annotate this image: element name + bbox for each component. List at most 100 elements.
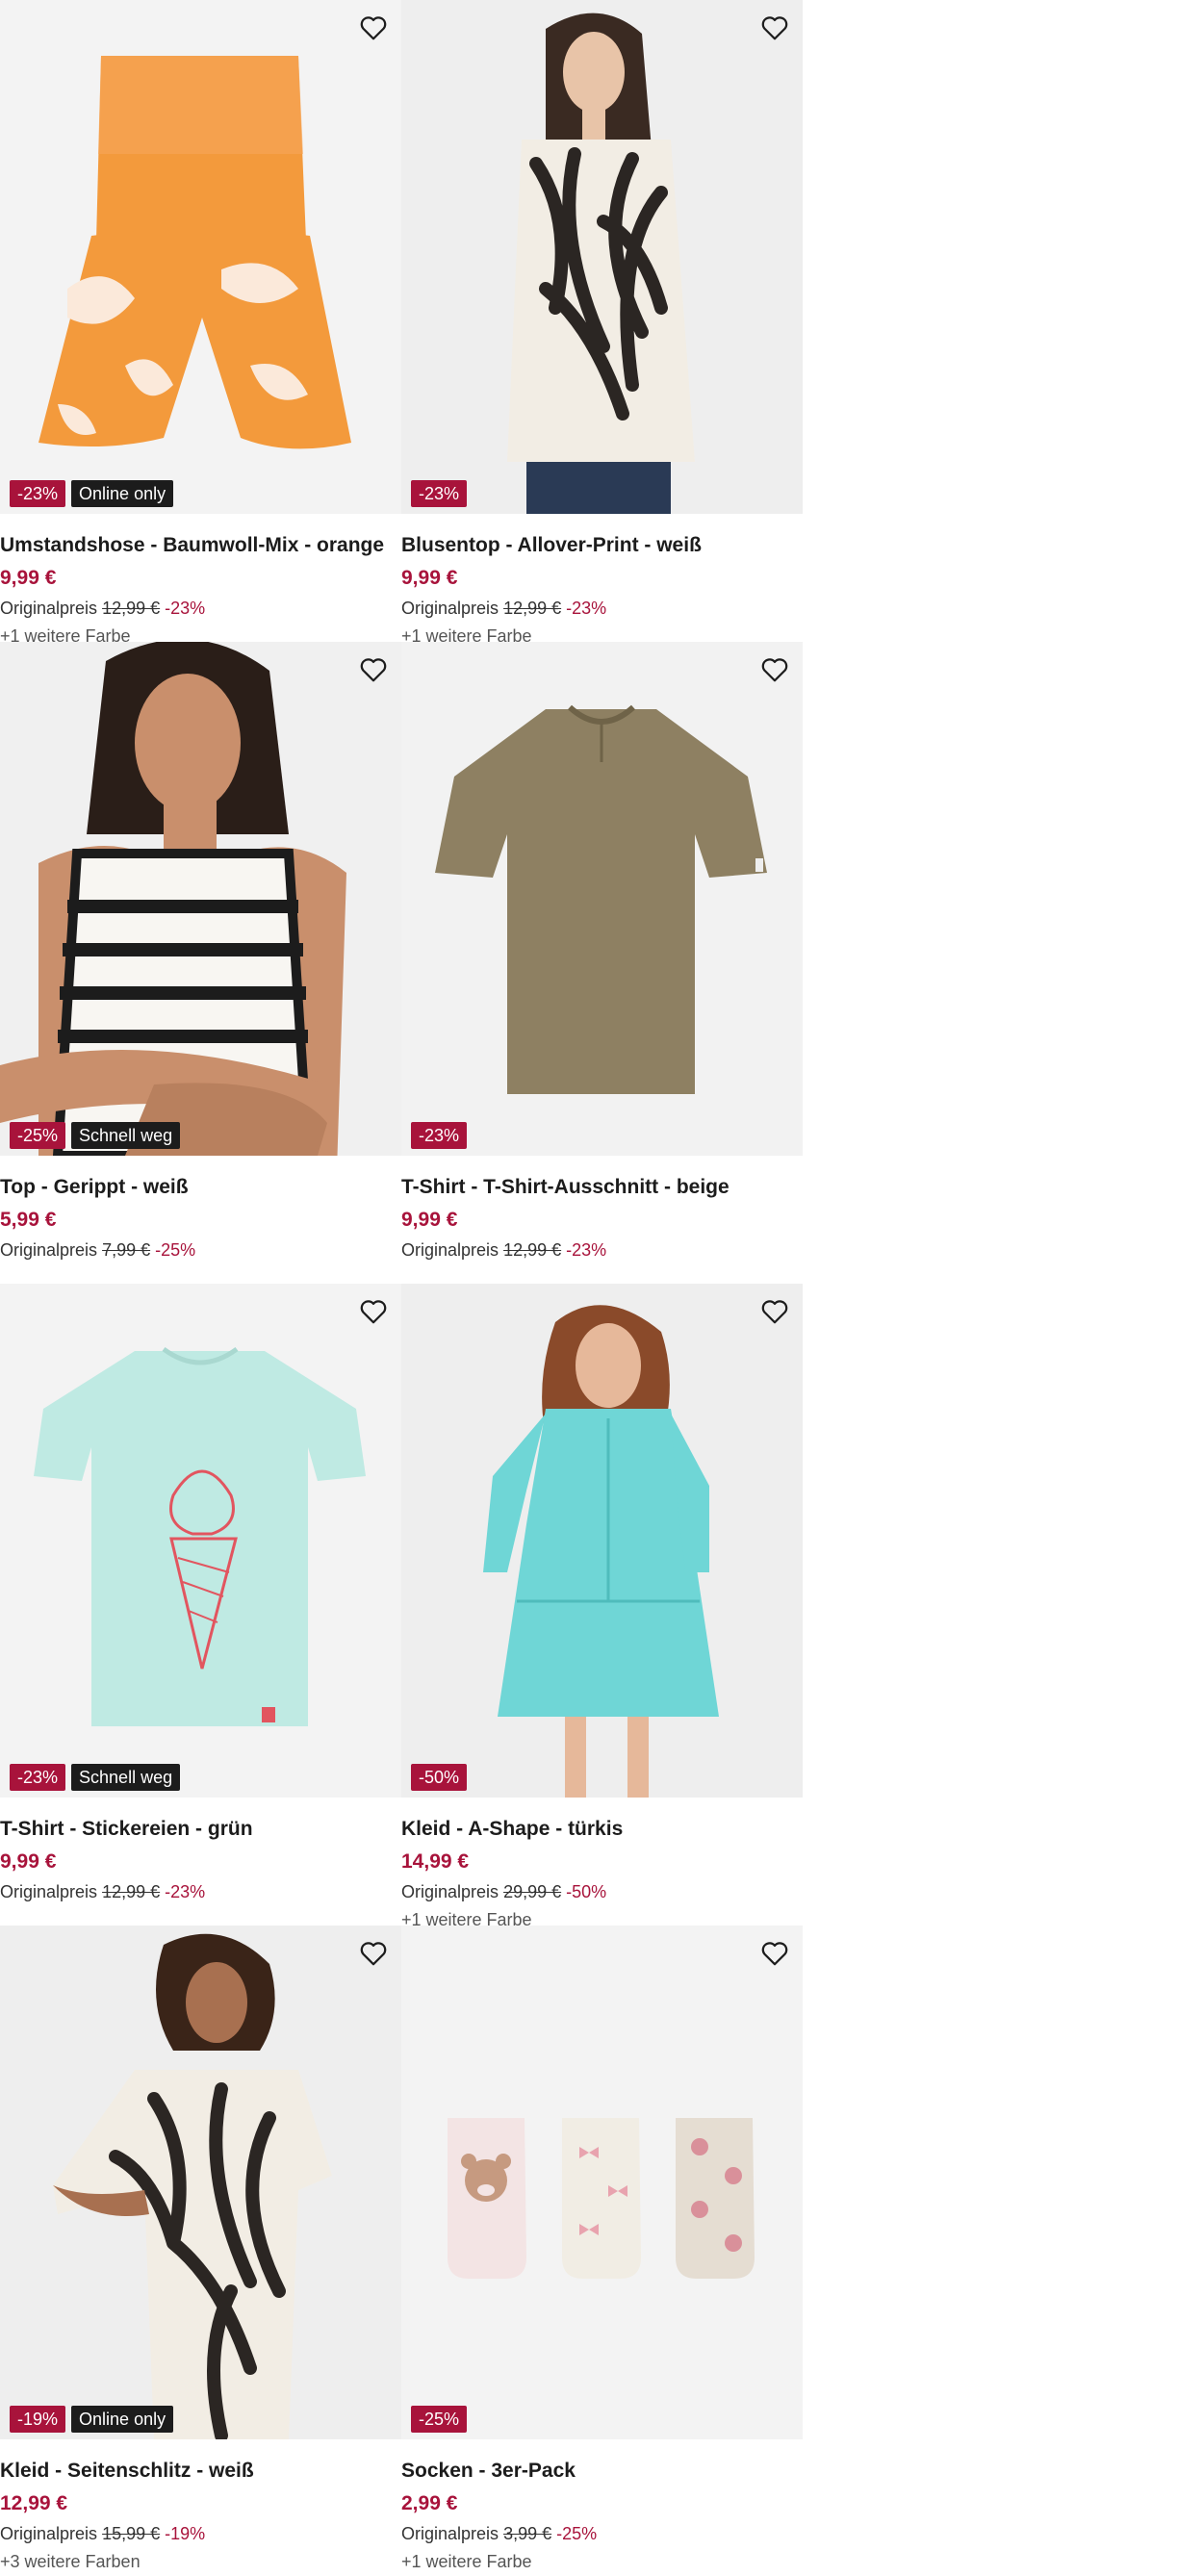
original-price: 12,99 € (102, 1882, 161, 1901)
discount-badge: -25% (411, 2406, 468, 2433)
product-info: Socken - 3er-Pack 2,99 € Originalpreis 3… (401, 2455, 803, 2576)
product-price: 14,99 € (401, 1850, 470, 1873)
original-price-line: Originalpreis 3,99 € -25% (401, 2520, 803, 2547)
heart-outline-icon (761, 658, 788, 682)
schnell-weg-badge: Schnell weg (71, 1764, 181, 1791)
original-price: 12,99 € (503, 599, 562, 618)
online-only-badge: Online only (71, 2406, 174, 2433)
schnell-weg-badge: Schnell weg (71, 1122, 181, 1149)
product-card[interactable]: -23% Schnell weg T-Shirt - Stickereien -… (0, 1284, 401, 1926)
original-price-line: Originalpreis 12,99 € -23% (0, 595, 401, 622)
product-card[interactable]: -23% Online only Umstandshose - Baumwoll… (0, 0, 401, 646)
discount-badge: -50% (411, 1764, 468, 1791)
product-card[interactable]: -25% Schnell weg Top - Gerippt - weiß 5,… (0, 642, 401, 1284)
product-name[interactable]: Umstandshose - Baumwoll-Mix - orange (0, 529, 401, 562)
discount-badge: -23% (411, 1122, 468, 1149)
product-name[interactable]: Blusentop - Allover-Print - weiß (401, 529, 803, 562)
favorite-button[interactable] (756, 10, 793, 46)
product-price: 2,99 € (401, 2492, 458, 2514)
discount-percent: -23% (165, 599, 206, 618)
original-price-line: Originalpreis 15,99 € -19% (0, 2520, 401, 2547)
original-price-label: Originalpreis (0, 1240, 98, 1260)
product-name[interactable]: Kleid - Seitenschlitz - weiß (0, 2455, 401, 2487)
discount-percent: -25% (155, 1240, 196, 1260)
badge-group: -23% (411, 480, 468, 507)
product-name[interactable]: T-Shirt - Stickereien - grün (0, 1813, 401, 1846)
original-price-line: Originalpreis 12,99 € -23% (401, 595, 803, 622)
heart-outline-icon (761, 1300, 788, 1324)
original-price: 12,99 € (102, 599, 161, 618)
product-price: 9,99 € (401, 567, 458, 589)
product-image[interactable]: -23% Schnell weg (0, 1284, 401, 1798)
heart-outline-icon (360, 16, 387, 40)
original-price: 3,99 € (503, 2524, 552, 2543)
product-card[interactable]: -23% T-Shirt - T-Shirt-Ausschnitt - beig… (401, 642, 803, 1284)
favorite-button[interactable] (355, 1935, 392, 1972)
product-card[interactable]: -19% Online only Kleid - Seitenschlitz -… (0, 1926, 401, 2571)
discount-percent: -23% (566, 599, 607, 618)
heart-outline-icon (761, 16, 788, 40)
original-price-label: Originalpreis (0, 599, 98, 618)
badge-group: -25% (411, 2406, 468, 2433)
favorite-button[interactable] (756, 1293, 793, 1330)
original-price-label: Originalpreis (401, 599, 499, 618)
original-price-label: Originalpreis (401, 1240, 499, 1260)
more-colors: +3 weitere Farben (0, 2552, 141, 2571)
product-image[interactable]: -25% Schnell weg (0, 642, 401, 1156)
discount-badge: -19% (10, 2406, 66, 2433)
product-price: 9,99 € (0, 567, 57, 589)
original-price-label: Originalpreis (0, 1882, 98, 1901)
original-price-label: Originalpreis (401, 2524, 499, 2543)
favorite-button[interactable] (756, 1935, 793, 1972)
product-price: 12,99 € (0, 2492, 68, 2514)
product-image[interactable]: -25% (401, 1926, 803, 2439)
product-info: T-Shirt - Stickereien - grün 9,99 € Orig… (0, 1813, 401, 1905)
product-card[interactable]: -50% Kleid - A-Shape - türkis 14,99 € Or… (401, 1284, 803, 1929)
more-colors: +1 weitere Farbe (401, 2552, 532, 2571)
original-price: 7,99 € (102, 1240, 151, 1260)
badge-group: -25% Schnell weg (10, 1122, 181, 1149)
heart-outline-icon (360, 1300, 387, 1324)
product-card[interactable]: -25% Socken - 3er-Pack 2,99 € Originalpr… (401, 1926, 803, 2571)
product-info: Umstandshose - Baumwoll-Mix - orange 9,9… (0, 529, 401, 650)
discount-badge: -23% (411, 480, 468, 507)
product-info: Kleid - Seitenschlitz - weiß 12,99 € Ori… (0, 2455, 401, 2576)
favorite-button[interactable] (355, 651, 392, 688)
original-price-label: Originalpreis (0, 2524, 98, 2543)
product-info: Blusentop - Allover-Print - weiß 9,99 € … (401, 529, 803, 650)
favorite-button[interactable] (355, 1293, 392, 1330)
product-image[interactable]: -23% Online only (0, 0, 401, 514)
product-info: T-Shirt - T-Shirt-Ausschnitt - beige 9,9… (401, 1171, 803, 1263)
badge-group: -23% Schnell weg (10, 1764, 181, 1791)
product-price: 9,99 € (0, 1850, 57, 1873)
discount-percent: -23% (165, 1882, 206, 1901)
product-price: 5,99 € (0, 1209, 57, 1231)
online-only-badge: Online only (71, 480, 174, 507)
badge-group: -50% (411, 1764, 468, 1791)
product-price: 9,99 € (401, 1209, 458, 1231)
original-price: 15,99 € (102, 2524, 161, 2543)
heart-outline-icon (360, 658, 387, 682)
original-price: 12,99 € (503, 1240, 562, 1260)
badge-group: -19% Online only (10, 2406, 174, 2433)
product-info: Kleid - A-Shape - türkis 14,99 € Origina… (401, 1813, 803, 1934)
favorite-button[interactable] (355, 10, 392, 46)
product-image[interactable]: -50% (401, 1284, 803, 1798)
product-image[interactable]: -19% Online only (0, 1926, 401, 2439)
original-price-line: Originalpreis 12,99 € -23% (0, 1878, 401, 1905)
product-name[interactable]: Kleid - A-Shape - türkis (401, 1813, 803, 1846)
original-price-line: Originalpreis 7,99 € -25% (0, 1237, 401, 1263)
discount-percent: -19% (165, 2524, 206, 2543)
original-price-label: Originalpreis (401, 1882, 499, 1901)
product-image[interactable]: -23% (401, 642, 803, 1156)
product-name[interactable]: T-Shirt - T-Shirt-Ausschnitt - beige (401, 1171, 803, 1204)
product-card[interactable]: -23% Blusentop - Allover-Print - weiß 9,… (401, 0, 803, 646)
badge-group: -23% (411, 1122, 468, 1149)
product-name[interactable]: Socken - 3er-Pack (401, 2455, 803, 2487)
product-image[interactable]: -23% (401, 0, 803, 514)
product-name[interactable]: Top - Gerippt - weiß (0, 1171, 401, 1204)
discount-badge: -25% (10, 1122, 66, 1149)
original-price-line: Originalpreis 12,99 € -23% (401, 1237, 803, 1263)
product-info: Top - Gerippt - weiß 5,99 € Originalprei… (0, 1171, 401, 1263)
favorite-button[interactable] (756, 651, 793, 688)
